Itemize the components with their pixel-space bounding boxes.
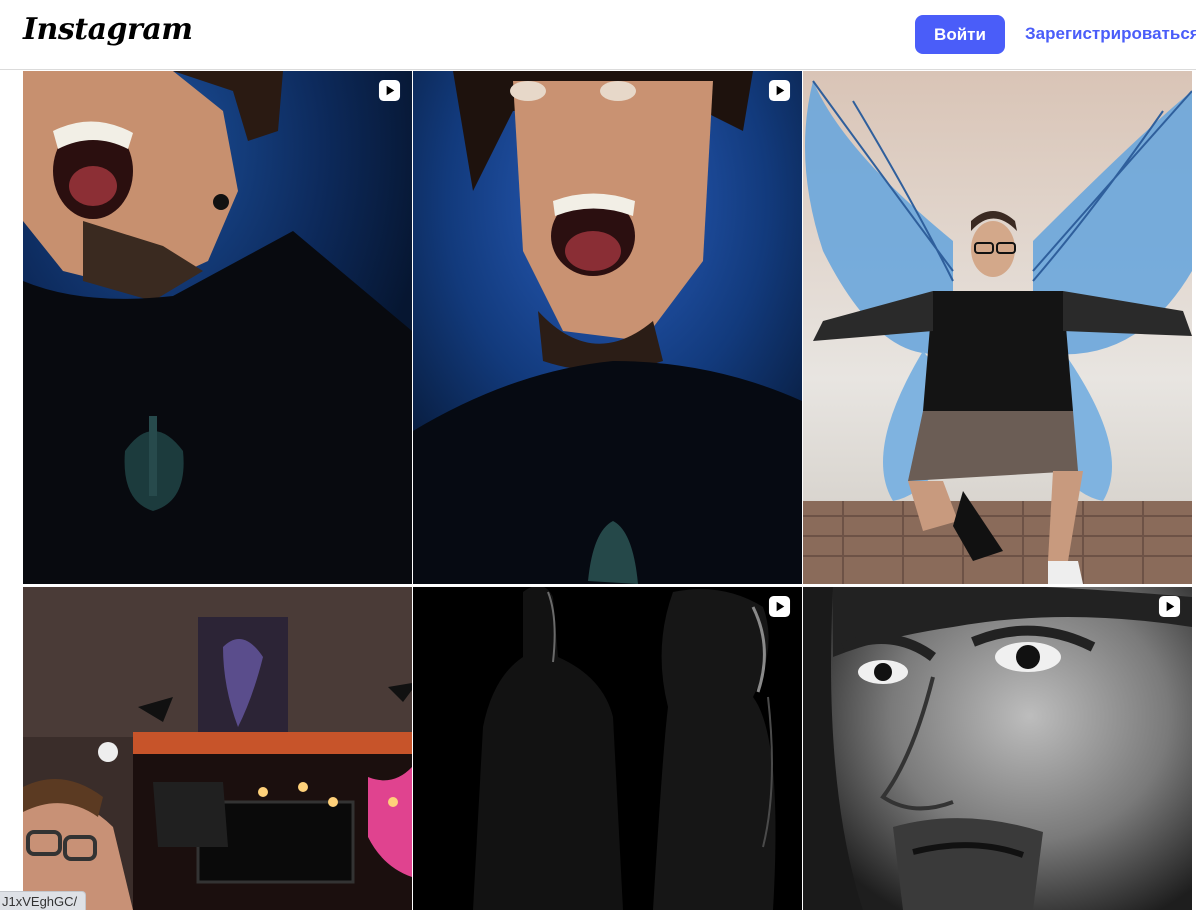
post-image	[803, 587, 1192, 910]
post-tile[interactable]	[23, 71, 412, 584]
post-image	[803, 71, 1192, 584]
post-tile[interactable]	[413, 587, 802, 910]
post-tile[interactable]	[413, 71, 802, 584]
post-image	[413, 71, 802, 584]
post-tile[interactable]	[23, 587, 412, 910]
signup-link[interactable]: Зарегистрироваться	[1025, 24, 1196, 44]
reel-play-icon	[378, 79, 401, 102]
instagram-logo[interactable]: Instagram	[23, 12, 193, 47]
top-navigation-bar: Instagram Войти Зарегистрироваться	[0, 0, 1196, 70]
post-tile[interactable]	[803, 71, 1192, 584]
posts-grid	[23, 71, 1192, 910]
post-image	[413, 587, 802, 910]
post-image	[23, 587, 412, 910]
reel-play-icon	[768, 595, 791, 618]
login-button[interactable]: Войти	[915, 15, 1005, 54]
status-bar-url: J1xVEghGC/	[0, 891, 87, 910]
reel-play-icon	[1158, 595, 1181, 618]
post-tile[interactable]	[803, 587, 1192, 910]
reel-play-icon	[768, 79, 791, 102]
post-image	[23, 71, 412, 584]
